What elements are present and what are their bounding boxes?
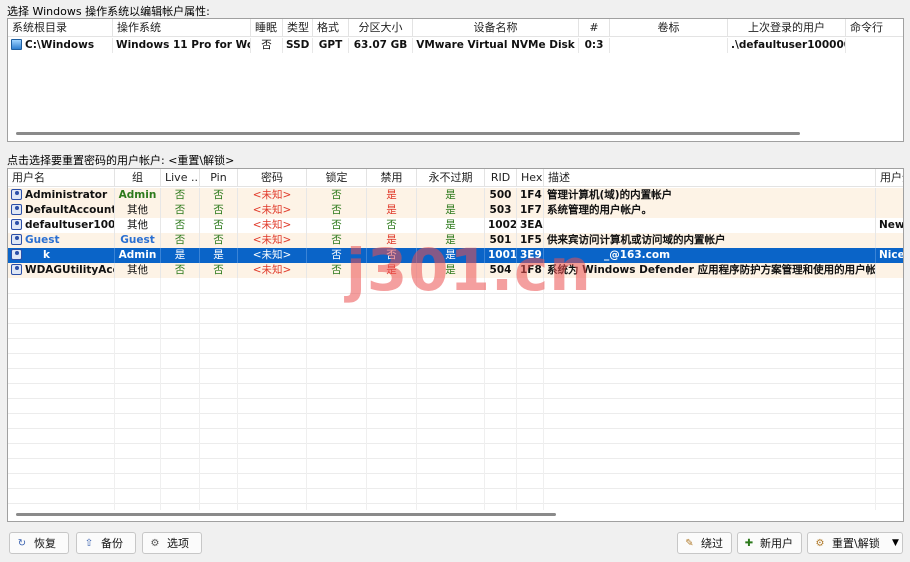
user-col-locked[interactable]: 锁定 <box>307 169 367 187</box>
user-col-pin[interactable]: Pin <box>200 169 238 187</box>
windows-drive-icon <box>11 39 22 50</box>
add-user-icon: ✚ <box>744 537 754 549</box>
grid-line <box>8 338 903 339</box>
grid-column-line <box>516 278 517 510</box>
restore-button[interactable]: ↻ 恢复 <box>9 532 69 554</box>
os-col-root[interactable]: 系统根目录 <box>8 19 113 37</box>
os-col-sleep[interactable]: 睡眠 <box>251 19 283 37</box>
grid-line <box>8 323 903 324</box>
os-col-index[interactable]: # <box>579 19 610 37</box>
os-col-label[interactable]: 卷标 <box>610 19 728 37</box>
os-col-cmdline[interactable]: 命令行 <box>846 19 903 37</box>
user-icon <box>11 264 22 275</box>
grid-column-line <box>199 278 200 510</box>
grid-line <box>8 488 903 489</box>
user-col-neverexpire[interactable]: 永不过期 <box>417 169 485 187</box>
os-table-hscroll[interactable] <box>16 132 800 135</box>
options-button[interactable]: ⚙ 选项 <box>142 532 202 554</box>
user-icon <box>11 204 22 215</box>
grid-column-line <box>875 278 876 510</box>
grid-column-line <box>306 278 307 510</box>
restore-icon: ↻ <box>17 537 27 549</box>
watermark: j301.cn <box>346 236 592 304</box>
user-table[interactable]: 用户名 组 Live ... Pin 密码 锁定 禁用 永不过期 RID Hex… <box>7 168 904 522</box>
grid-column-line <box>416 278 417 510</box>
reset-unlock-button[interactable]: ⚙ 重置\解锁 <box>807 532 890 554</box>
os-col-os[interactable]: 操作系统 <box>113 19 251 37</box>
os-table-header: 系统根目录 操作系统 睡眠 类型 格式 分区大小 设备名称 # 卷标 上次登录的… <box>8 19 903 37</box>
user-col-desc[interactable]: 描述 <box>544 169 876 187</box>
grid-column-line <box>114 278 115 510</box>
grid-line <box>8 443 903 444</box>
grid-line <box>8 503 903 504</box>
user-col-live[interactable]: Live ... <box>161 169 200 187</box>
grid-line <box>8 398 903 399</box>
os-table-row[interactable]: C:\Windows Windows 11 Pro for Work... 否 … <box>8 38 903 53</box>
key-user-icon: ⚙ <box>815 537 825 549</box>
user-table-header: 用户名 组 Live ... Pin 密码 锁定 禁用 永不过期 RID Hex… <box>8 169 903 187</box>
grid-line <box>8 428 903 429</box>
user-col-name[interactable]: 用户名 <box>8 169 115 187</box>
grid-line <box>8 458 903 459</box>
grid-line <box>8 413 903 414</box>
backup-button[interactable]: ⇧ 备份 <box>76 532 136 554</box>
user-list-label: 点击选择要重置密码的用户帐户: <重置\解锁> <box>7 154 235 167</box>
gear-icon: ⚙ <box>150 537 160 549</box>
user-col-hex[interactable]: Hex <box>517 169 544 187</box>
user-icon <box>11 219 22 230</box>
skip-button[interactable]: ✎ 绕过 <box>677 532 732 554</box>
os-col-type[interactable]: 类型 <box>283 19 313 37</box>
user-icon <box>11 234 22 245</box>
reset-unlock-dropdown[interactable]: ▼ <box>889 532 903 554</box>
grid-column-line <box>366 278 367 510</box>
grid-line <box>8 368 903 369</box>
user-icon <box>11 189 22 200</box>
backup-icon: ⇧ <box>84 537 94 549</box>
os-col-format[interactable]: 格式 <box>313 19 349 37</box>
user-row-defaultaccount[interactable]: DefaultAccount 其他 否 否 <未知> 否 是 是 503 1F7… <box>8 203 903 218</box>
chevron-down-icon: ▼ <box>892 538 899 548</box>
new-user-button[interactable]: ✚ 新用户 <box>737 532 802 554</box>
grid-column-line <box>484 278 485 510</box>
user-col-fullname[interactable]: 用户全 <box>876 169 903 187</box>
user-col-password[interactable]: 密码 <box>238 169 307 187</box>
os-col-lastuser[interactable]: 上次登录的用户 <box>728 19 846 37</box>
os-list-label: 选择 Windows 操作系统以编辑帐户属性: <box>7 5 210 18</box>
grid-column-line <box>160 278 161 510</box>
grid-line <box>8 353 903 354</box>
grid-column-line <box>237 278 238 510</box>
os-table[interactable]: 系统根目录 操作系统 睡眠 类型 格式 分区大小 设备名称 # 卷标 上次登录的… <box>7 18 904 142</box>
user-col-group[interactable]: 组 <box>115 169 161 187</box>
user-row-defaultuser100000[interactable]: defaultuser100000 其他 否 否 <未知> 否 否 是 1002… <box>8 218 903 233</box>
user-table-hscroll[interactable] <box>16 513 556 516</box>
grid-line <box>8 308 903 309</box>
user-row-administrator[interactable]: Administrator Admin 否 否 <未知> 否 是 是 500 1… <box>8 188 903 203</box>
bypass-icon: ✎ <box>685 537 694 549</box>
grid-column-line <box>543 278 544 510</box>
user-icon <box>11 249 22 260</box>
user-col-rid[interactable]: RID <box>485 169 517 187</box>
os-col-device[interactable]: 设备名称 <box>413 19 579 37</box>
user-col-disabled[interactable]: 禁用 <box>367 169 417 187</box>
grid-line <box>8 383 903 384</box>
os-col-size[interactable]: 分区大小 <box>349 19 413 37</box>
grid-line <box>8 473 903 474</box>
